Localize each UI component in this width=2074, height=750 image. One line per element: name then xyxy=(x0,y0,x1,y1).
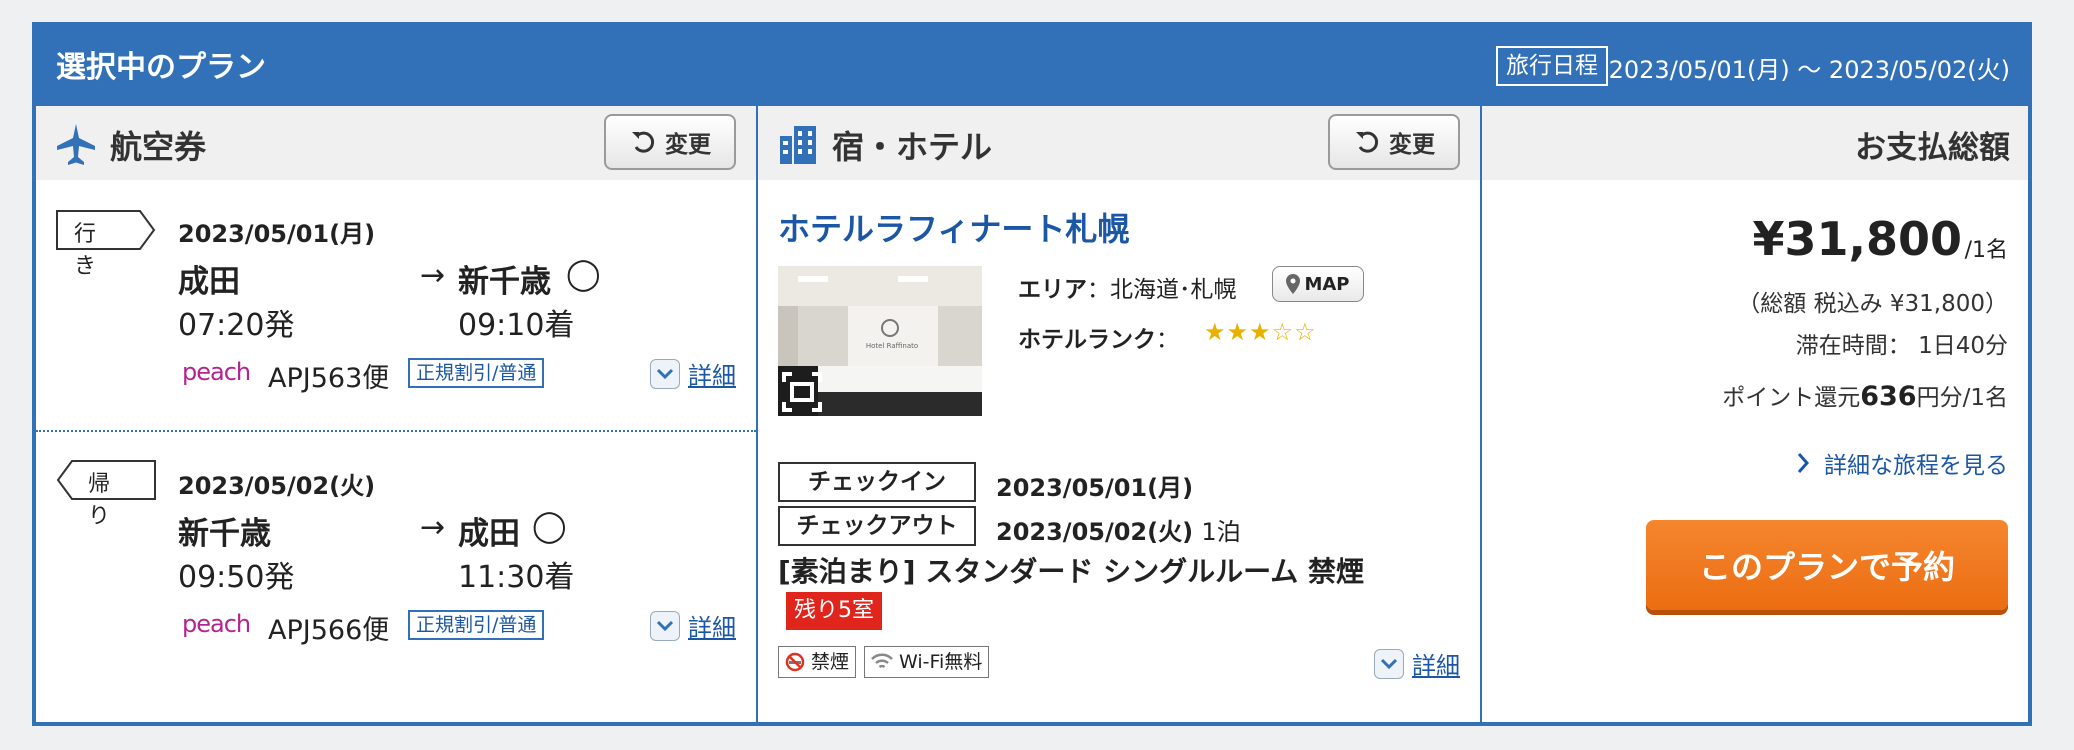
hotel-name-link[interactable]: ホテルラフィナート札幌 xyxy=(778,204,1129,250)
change-flight-label: 変更 xyxy=(665,132,711,158)
rooms-remaining-badge: 残り5室 xyxy=(786,592,882,630)
outbound-detail-toggle[interactable]: 詳細 xyxy=(650,356,736,391)
hotel-sign-text: Hotel Raffinato xyxy=(866,342,918,350)
amenity-non-smoking-label: 禁煙 xyxy=(811,651,850,673)
return-arrival-time: 11:30着 xyxy=(458,560,575,595)
rank-separator: ： xyxy=(1156,327,1179,353)
map-pin-icon xyxy=(1286,274,1301,294)
return-departure-airport: 新千歳 xyxy=(178,516,271,552)
itinerary-link[interactable]: 詳細な旅程を見る xyxy=(1796,446,2008,480)
return-fare-type: 正規割引/普通 xyxy=(408,610,545,640)
airplane-icon xyxy=(57,124,95,165)
map-button[interactable]: MAP xyxy=(1272,266,1364,302)
stay-duration: 滞在時間： 1日40分 xyxy=(1796,326,2008,360)
return-arrow: → xyxy=(420,510,446,545)
chevron-down-icon xyxy=(650,358,680,389)
room-plan: [素泊まり] スタンダード シングルルーム 禁煙 xyxy=(778,555,1365,588)
checkin-label: チェックイン xyxy=(778,462,976,502)
plan-header: 選択中のプラン 旅行日程 2023/05/01(月) 〜 2023/05/02(… xyxy=(36,26,2028,106)
outbound-flight: 行き 2023/05/01(月) 成田 → 新千歳 ◯ 07:20発 09:10… xyxy=(36,180,756,432)
change-hotel-label: 変更 xyxy=(1389,132,1435,158)
book-plan-button[interactable]: このプランで予約 xyxy=(1646,520,2008,610)
outbound-date: 2023/05/01(月) xyxy=(178,220,376,248)
change-flight-button[interactable]: 変更 xyxy=(604,114,736,170)
itinerary-link-label[interactable]: 詳細な旅程を見る xyxy=(1824,446,2008,480)
return-arrival-airport: 成田 xyxy=(458,516,520,552)
chevron-down-icon xyxy=(1374,648,1404,679)
peach-logo: peach xyxy=(182,610,251,638)
payment-title: お支払総額 xyxy=(1855,130,2010,166)
rank-label: ホテルランク xyxy=(1018,327,1156,353)
outbound-arrival-airport: 新千歳 xyxy=(458,264,551,300)
outbound-arrow: → xyxy=(420,258,446,293)
hotel-detail-toggle[interactable]: 詳細 xyxy=(1374,646,1460,681)
outbound-mark: ◯ xyxy=(566,256,601,292)
payment-column-header: お支払総額 xyxy=(1482,106,2028,180)
return-flight: 帰り 2023/05/02(火) 新千歳 → 成田 ◯ 09:50発 11:30… xyxy=(36,434,756,726)
amenity-wifi: Wi-Fi無料 xyxy=(864,646,990,678)
outbound-departure-time: 07:20発 xyxy=(178,308,295,343)
points-value: 636 xyxy=(1860,381,1917,412)
outbound-detail-link[interactable]: 詳細 xyxy=(688,356,736,391)
outbound-flight-number: APJ563便 xyxy=(268,363,390,394)
hotel-column-title: 宿・ホテル xyxy=(832,128,993,166)
chevron-right-icon xyxy=(1797,453,1810,473)
return-tag-label: 帰り xyxy=(88,472,111,529)
return-detail-toggle[interactable]: 詳細 xyxy=(650,608,736,643)
wifi-icon xyxy=(871,653,893,669)
hotel-photo[interactable]: Hotel Raffinato xyxy=(778,266,982,416)
checkout-info: 2023/05/02(火) 1泊 xyxy=(996,512,1241,547)
return-mark: ◯ xyxy=(532,508,567,544)
return-departure-time: 09:50発 xyxy=(178,560,295,595)
no-smoking-icon xyxy=(785,652,805,672)
return-flight-number: APJ566便 xyxy=(268,615,390,646)
flight-column: 航空券 変更 行き 2023/05/01(月) 成田 → 新千歳 ◯ 07:20… xyxy=(36,106,758,726)
flight-column-title: 航空券 xyxy=(110,128,207,166)
map-label: MAP xyxy=(1304,273,1350,295)
checkin-date: 2023/05/01(月) xyxy=(996,474,1194,502)
return-date: 2023/05/02(火) xyxy=(178,472,376,500)
outbound-arrival-time: 09:10着 xyxy=(458,308,575,343)
chevron-down-icon xyxy=(650,610,680,641)
building-icon xyxy=(780,126,816,164)
outbound-fare-type: 正規割引/普通 xyxy=(408,358,545,388)
stay-label: 滞在時間： xyxy=(1795,333,1911,359)
area-value: 北海道･札幌 xyxy=(1110,277,1237,303)
outbound-tag-label: 行き xyxy=(74,222,97,279)
hotel-rank-stars: ★★★☆☆ xyxy=(1204,318,1317,346)
trip-dates: 2023/05/01(月) 〜 2023/05/02(火) xyxy=(1608,56,2010,84)
flight-column-header: 航空券 変更 xyxy=(36,106,756,180)
area-label: エリア xyxy=(1018,277,1087,303)
amenity-wifi-label: Wi-Fi無料 xyxy=(899,651,983,673)
total-price: ¥31,800 xyxy=(1752,212,1962,266)
peach-logo: peach xyxy=(182,358,251,386)
area-separator: ： xyxy=(1087,277,1110,303)
hotel-detail-link[interactable]: 詳細 xyxy=(1412,646,1460,681)
selected-plan-panel: 選択中のプラン 旅行日程 2023/05/01(月) 〜 2023/05/02(… xyxy=(32,22,2032,726)
points-prefix: ポイント還元 xyxy=(1722,385,1861,411)
undo-icon xyxy=(1356,131,1379,153)
return-detail-link[interactable]: 詳細 xyxy=(688,608,736,643)
hotel-rank: ホテルランク： xyxy=(1018,320,1179,354)
total-tax-note: （総額 税込み ¥31,800） xyxy=(1737,291,2008,317)
outbound-departure-airport: 成田 xyxy=(178,264,240,300)
checkout-label: チェックアウト xyxy=(778,506,976,546)
hotel-area: エリア：北海道･札幌 xyxy=(1018,270,1237,304)
hotel-column: 宿・ホテル 変更 ホテルラフィナート札幌 Hotel Raffinato エリア… xyxy=(758,106,1482,726)
undo-icon xyxy=(632,131,655,153)
points-return: ポイント還元636円分/1名 xyxy=(1722,378,2008,412)
payment-column: お支払総額 ¥31,800 /1名 （総額 税込み ¥31,800） 滞在時間：… xyxy=(1482,106,2028,726)
stay-value: 1日40分 xyxy=(1918,333,2008,359)
nights: 1泊 xyxy=(1201,518,1241,546)
checkout-date: 2023/05/02(火) xyxy=(996,518,1194,546)
price-per-person: /1名 xyxy=(1964,238,2008,263)
plan-header-title: 選択中のプラン xyxy=(56,50,266,85)
change-hotel-button[interactable]: 変更 xyxy=(1328,114,1460,170)
amenity-non-smoking: 禁煙 xyxy=(778,646,857,678)
points-suffix: 円分/1名 xyxy=(1916,385,2008,411)
trip-schedule-label: 旅行日程 xyxy=(1496,46,1608,86)
hotel-column-header: 宿・ホテル 変更 xyxy=(758,106,1480,180)
